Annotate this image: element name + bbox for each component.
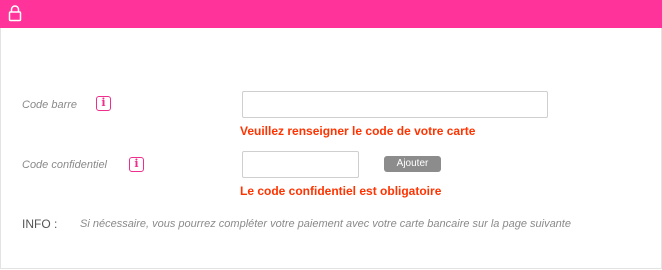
pin-input[interactable] (242, 151, 359, 178)
barcode-input[interactable] (242, 91, 548, 118)
info-label: INFO : (22, 217, 58, 231)
lock-icon (8, 5, 22, 22)
add-card-button[interactable]: Ajouter (384, 156, 441, 172)
panel-header (0, 0, 662, 28)
pin-label: Code confidentiel (22, 159, 108, 171)
barcode-label: Code barre (22, 99, 78, 111)
barcode-info-icon[interactable]: i (96, 96, 111, 111)
pin-error-message: Le code confidentiel est obligatoire (240, 184, 442, 198)
info-text: Si nécessaire, vous pourrez compléter vo… (80, 218, 571, 230)
pin-info-icon[interactable]: i (129, 157, 144, 172)
barcode-error-message: Veuillez renseigner le code de votre car… (240, 124, 476, 138)
